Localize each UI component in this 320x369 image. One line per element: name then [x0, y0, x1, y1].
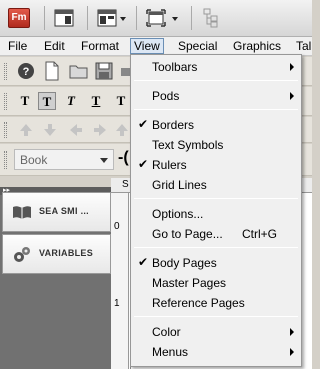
page-navigation-icons[interactable] [18, 122, 128, 138]
menu-edit[interactable]: Edit [44, 39, 65, 53]
view-menu: Toolbars Pods ✔ Borders Text Symbols ✔ R… [130, 54, 302, 367]
pod-label: VARIABLES [39, 248, 94, 258]
menu-item-color[interactable]: Color [132, 322, 300, 341]
submenu-arrow-icon [290, 328, 294, 336]
checkmark-icon: ✔ [138, 255, 149, 269]
menu-file[interactable]: File [8, 39, 27, 53]
new-document-icon[interactable] [44, 61, 60, 81]
italic-t-icon[interactable]: T [62, 92, 80, 110]
bold-t-icon[interactable]: T [38, 92, 56, 110]
save-icon[interactable] [95, 62, 113, 80]
character-tag-glyph: -( [118, 149, 129, 166]
window-layout-icon[interactable] [54, 9, 74, 27]
menu-item-rulers[interactable]: ✔ Rulers [132, 155, 300, 174]
shortcut-label: Ctrl+G [242, 227, 278, 241]
menu-separator [134, 198, 298, 199]
submenu-arrow-icon [290, 348, 294, 356]
svg-text:?: ? [23, 66, 30, 78]
toolbar-separator [191, 6, 192, 30]
text-style-t-icon[interactable]: T [16, 92, 34, 110]
toolbar-separator [44, 6, 45, 30]
toolbar-separator [136, 6, 137, 30]
menu-item-menus[interactable]: Menus [132, 342, 300, 361]
toolbar-grip[interactable] [4, 63, 7, 80]
menu-table[interactable]: Tal [296, 39, 311, 53]
book-icon [13, 206, 31, 219]
text-effect-t-icon[interactable]: T [112, 92, 130, 110]
pod-label: SEA SMI ... [39, 206, 89, 216]
ruler-mark: 1 [114, 298, 120, 309]
menu-special[interactable]: Special [178, 39, 217, 53]
arrange-documents-icon[interactable] [97, 9, 127, 27]
paragraph-style-select[interactable]: Book [14, 149, 114, 170]
menu-item-master-pages[interactable]: Master Pages [132, 273, 300, 292]
toolbar-grip[interactable] [4, 122, 7, 138]
gears-icon [14, 247, 30, 262]
toolbar-separator [87, 6, 88, 30]
menu-separator [134, 109, 298, 110]
submenu-arrow-icon [290, 92, 294, 100]
hierarchy-icon[interactable] [202, 8, 220, 28]
pod-variables[interactable]: VARIABLES [2, 234, 111, 274]
checkmark-icon: ✔ [138, 117, 149, 131]
menu-item-grid-lines[interactable]: Grid Lines [132, 175, 300, 194]
toolbar-grip[interactable] [4, 151, 7, 169]
menu-item-go-to-page[interactable]: Go to Page... Ctrl+G [132, 224, 300, 243]
submenu-arrow-icon [290, 63, 294, 71]
open-folder-icon[interactable] [69, 63, 89, 79]
top-toolbar: Fm [0, 0, 312, 37]
menu-format[interactable]: Format [81, 39, 119, 53]
paragraph-style-value: Book [20, 153, 48, 167]
toolbar-grip[interactable] [4, 93, 7, 110]
menu-item-reference-pages[interactable]: Reference Pages [132, 293, 300, 312]
pod-sea-smi[interactable]: SEA SMI ... [2, 192, 111, 232]
vertical-ruler: 0 1 [111, 193, 129, 369]
menu-separator [134, 247, 298, 248]
underline-t-icon[interactable]: T [87, 92, 105, 110]
print-icon[interactable] [120, 62, 130, 80]
menu-view[interactable]: View [130, 38, 164, 54]
menu-item-pods[interactable]: Pods [132, 86, 300, 105]
ruler-mark: 0 [114, 221, 120, 232]
menu-separator [134, 80, 298, 81]
menu-graphics[interactable]: Graphics [233, 39, 281, 53]
menu-separator [134, 316, 298, 317]
menu-item-toolbars[interactable]: Toolbars [132, 57, 300, 76]
menu-item-options[interactable]: Options... [132, 204, 300, 223]
framemaker-logo: Fm [8, 8, 30, 28]
screen-mode-icon[interactable] [146, 9, 182, 27]
help-icon[interactable]: ? [17, 62, 35, 80]
checkmark-icon: ✔ [138, 157, 149, 171]
chevron-down-icon [100, 158, 108, 163]
menu-item-body-pages[interactable]: ✔ Body Pages [132, 253, 300, 272]
column-label: S [122, 179, 129, 190]
menu-item-text-symbols[interactable]: Text Symbols [132, 135, 300, 154]
menu-item-borders[interactable]: ✔ Borders [132, 115, 300, 134]
